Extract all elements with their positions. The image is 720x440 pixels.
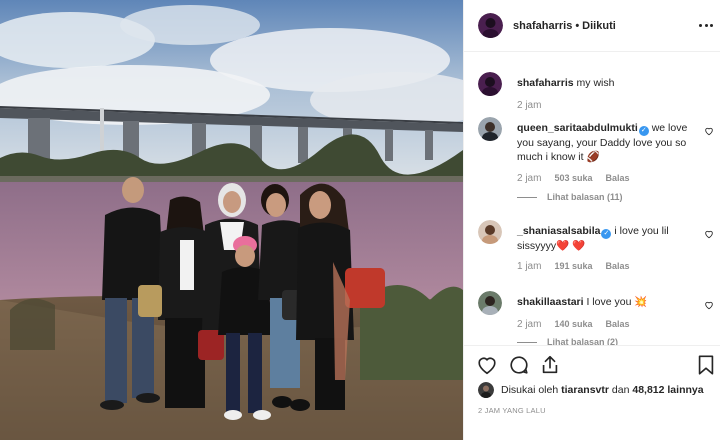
- comment-username[interactable]: queen_saritaabdulmukti: [517, 122, 638, 134]
- header-separator: •: [575, 19, 580, 32]
- comment-avatar[interactable]: [478, 220, 502, 244]
- comment-meta: 2 jam 503 suka Balas: [517, 173, 630, 184]
- view-replies-button[interactable]: Lihat balasan (2): [517, 337, 618, 345]
- author-username[interactable]: shafaharris: [513, 20, 572, 32]
- comment-meta: 2 jam 140 suka Balas: [517, 319, 630, 330]
- comment-avatar[interactable]: [478, 291, 502, 315]
- caption-text-block: shafaharris my wish: [517, 76, 695, 90]
- caption-text: my wish: [576, 77, 615, 89]
- comment-likes-count[interactable]: 503 suka: [554, 173, 592, 184]
- more-options-icon[interactable]: [699, 18, 713, 32]
- comment-like-heart-icon[interactable]: [704, 300, 714, 310]
- caption-time[interactable]: 2 jam: [517, 100, 541, 111]
- comment-time[interactable]: 1 jam: [517, 261, 541, 272]
- comment-text-block: _shaniasalsabila ✓ i love you lil sissyyy…: [517, 224, 695, 253]
- comment-reply-button[interactable]: Balas: [605, 319, 629, 330]
- comment-text-block: queen_saritaabdulmukti ✓ we love you saya…: [517, 121, 695, 164]
- caption-meta: 2 jam: [517, 100, 541, 111]
- liked-by-others[interactable]: 48,812 lainnya: [632, 384, 703, 396]
- liked-by-row[interactable]: Disukai oleh tiaransvtr dan 48,812 lainn…: [478, 382, 704, 398]
- comment-username[interactable]: _shaniasalsabila: [517, 225, 600, 237]
- replies-divider-line: [517, 341, 537, 343]
- caption-avatar[interactable]: [478, 72, 502, 96]
- replies-divider-line: [517, 196, 537, 198]
- comment-likes-count[interactable]: 191 suka: [554, 261, 592, 272]
- comment-time[interactable]: 2 jam: [517, 173, 541, 184]
- heart-icon[interactable]: [476, 354, 498, 376]
- liked-by-user[interactable]: tiaransvtr: [561, 384, 609, 396]
- verified-badge-icon: ✓: [601, 229, 612, 239]
- comments-list[interactable]: shafaharris my wish 2 jam queen_saritaab…: [464, 52, 720, 345]
- post-details-panel: shafaharris • Diikuti shafaharris my wis…: [463, 0, 720, 440]
- post-header: shafaharris • Diikuti: [464, 0, 720, 52]
- comment-item: queen_saritaabdulmukti ✓ we love you saya…: [478, 117, 714, 207]
- post-timestamp[interactable]: 2 JAM YANG LALU: [478, 406, 546, 415]
- comment-text-block: shakillaastari I love you 💥: [517, 295, 695, 309]
- caption-username[interactable]: shafaharris: [517, 77, 574, 89]
- view-replies-label: Lihat balasan (11): [547, 192, 623, 202]
- share-icon[interactable]: [539, 354, 561, 376]
- view-replies-button[interactable]: Lihat balasan (11): [517, 192, 623, 202]
- comment-meta: 1 jam 191 suka Balas: [517, 261, 630, 272]
- liked-by-connector: dan: [611, 384, 630, 396]
- view-replies-label: Lihat balasan (2): [547, 337, 619, 345]
- comment-username[interactable]: shakillaastari: [517, 296, 584, 308]
- comment-item: _shaniasalsabila ✓ i love you lil sissyyy…: [478, 220, 714, 280]
- family-photo-image: [0, 0, 463, 440]
- comment-avatar[interactable]: [478, 117, 502, 141]
- comment-likes-count[interactable]: 140 suka: [554, 319, 592, 330]
- comment-icon[interactable]: [508, 354, 530, 376]
- comment-item: shakillaastari I love you 💥 2 jam 140 su…: [478, 291, 714, 345]
- follow-status-button[interactable]: Diikuti: [582, 20, 616, 32]
- comment-like-heart-icon[interactable]: [704, 126, 714, 136]
- comment-like-heart-icon[interactable]: [704, 229, 714, 239]
- comment-reply-button[interactable]: Balas: [605, 173, 629, 184]
- liker-avatar[interactable]: [478, 382, 494, 398]
- comment-text: I love you 💥: [586, 296, 648, 308]
- post-actions: Disukai oleh tiaransvtr dan 48,812 lainn…: [464, 345, 720, 440]
- comment-reply-button[interactable]: Balas: [605, 261, 629, 272]
- verified-badge-icon: ✓: [638, 126, 649, 136]
- bookmark-icon[interactable]: [695, 354, 717, 376]
- author-avatar[interactable]: [478, 13, 503, 38]
- liked-by-prefix: Disukai oleh: [501, 384, 559, 396]
- comment-time[interactable]: 2 jam: [517, 319, 541, 330]
- post-photo[interactable]: [0, 0, 463, 440]
